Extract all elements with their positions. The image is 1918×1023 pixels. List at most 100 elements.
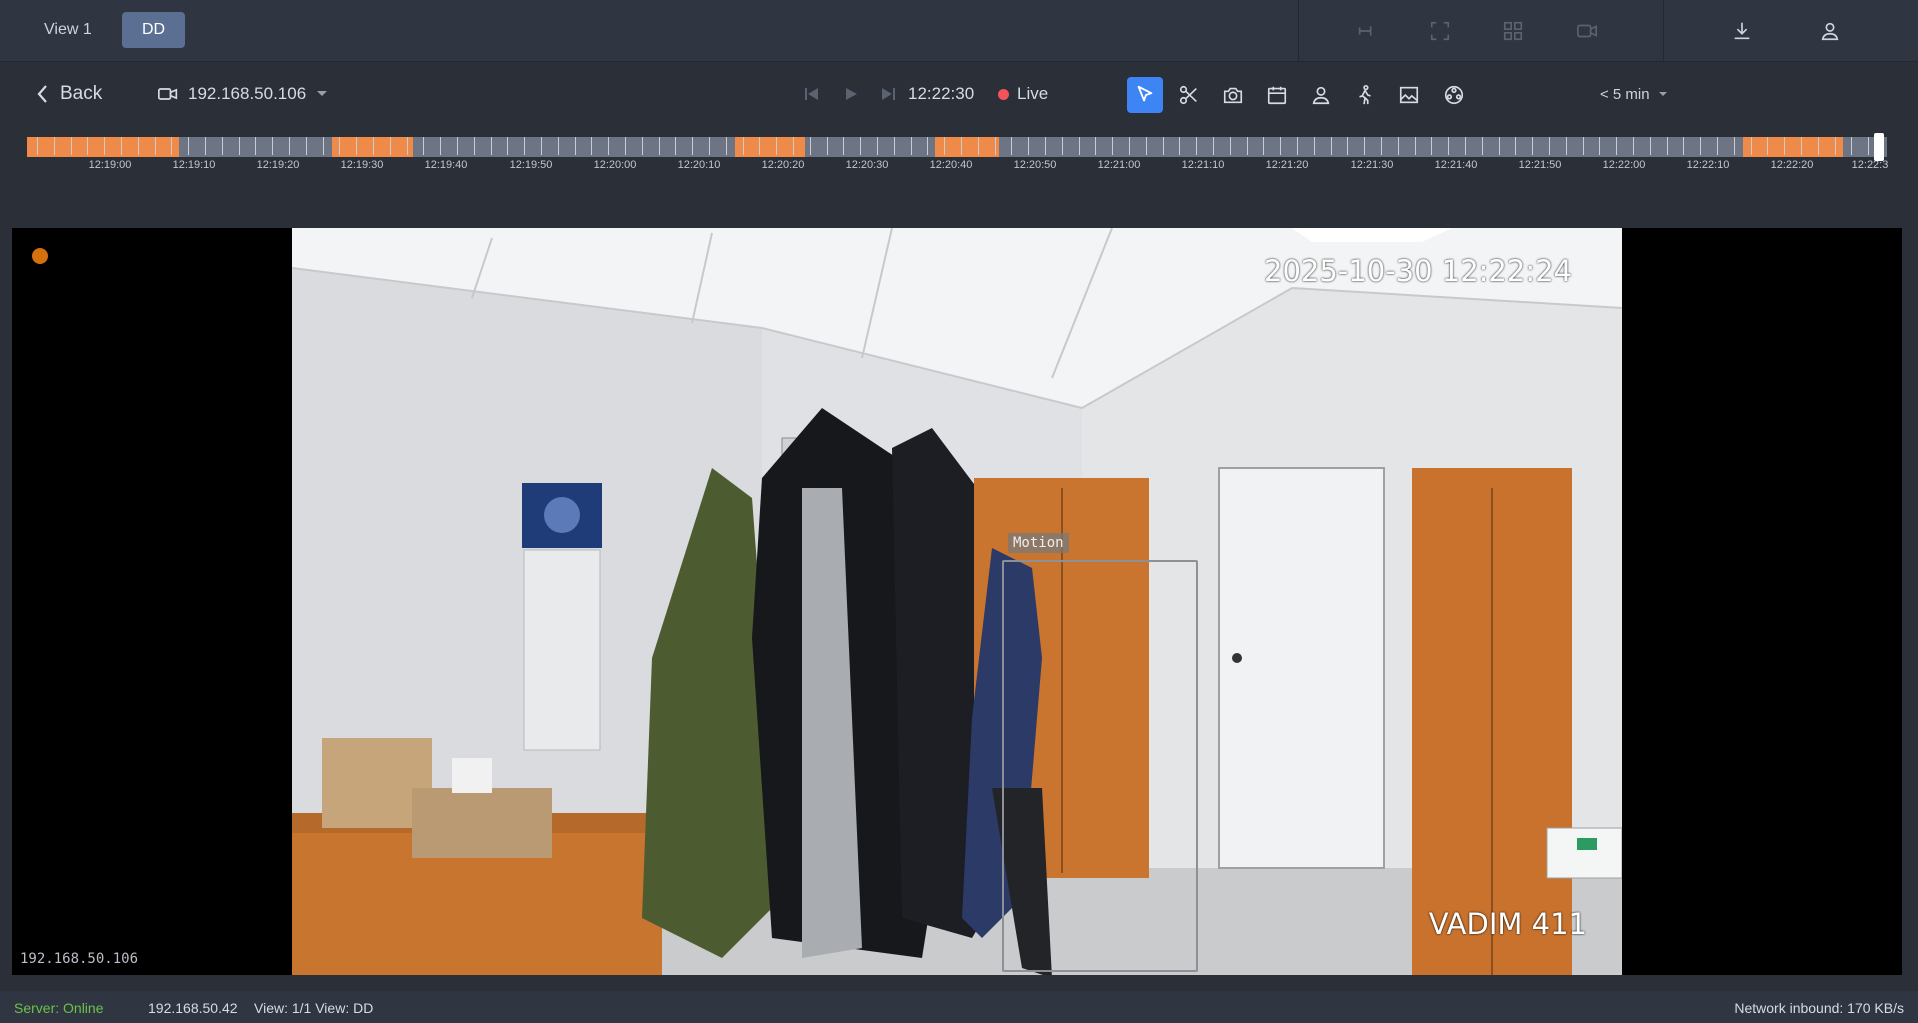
person-tool-button[interactable] xyxy=(1303,77,1339,113)
camera-selector[interactable]: 192.168.50.106 xyxy=(158,79,328,109)
tab-view-1[interactable]: View 1 xyxy=(24,12,112,48)
download-icon[interactable] xyxy=(1727,16,1757,46)
timeline-tick xyxy=(474,137,475,155)
timeline-tick xyxy=(1683,137,1684,155)
server-ip: 192.168.50.42 xyxy=(148,1000,238,1016)
image-tool-button[interactable] xyxy=(1391,77,1427,113)
calendar-tool-button[interactable] xyxy=(1259,77,1295,113)
timeline-label: 12:21:30 xyxy=(1350,159,1394,171)
timeline-tick xyxy=(591,137,592,155)
timeline-tick xyxy=(272,137,273,155)
timeline-tick xyxy=(188,137,189,155)
timeline-tick xyxy=(659,137,660,155)
timeline-tick xyxy=(1163,137,1164,155)
timeline-label: 12:19:50 xyxy=(509,159,553,171)
live-button[interactable]: Live xyxy=(998,84,1048,104)
timeline-label: 12:21:20 xyxy=(1265,159,1309,171)
play-button[interactable] xyxy=(839,82,863,106)
recording-segment xyxy=(1743,137,1843,157)
timeline-tick xyxy=(961,137,962,155)
timeline-tick xyxy=(1297,137,1298,155)
timeline-tick xyxy=(1062,137,1063,155)
timeline-tick xyxy=(978,137,979,155)
analytics-tool-button[interactable] xyxy=(1436,77,1472,113)
tab-dd[interactable]: DD xyxy=(122,12,186,48)
timeline-tick xyxy=(1549,137,1550,155)
calendar-icon xyxy=(1267,86,1287,105)
timeline-tick xyxy=(1465,137,1466,155)
timeline-tick xyxy=(827,137,828,155)
timeline-tick xyxy=(1112,137,1113,155)
timeline-label: 12:22:20 xyxy=(1770,159,1814,171)
timeline-tick xyxy=(1818,137,1819,155)
top-separator xyxy=(1298,0,1299,62)
camera-name: 192.168.50.106 xyxy=(188,84,307,103)
timeline-tick xyxy=(726,137,727,155)
timeline-tick xyxy=(1499,137,1500,155)
timeline-tick xyxy=(1566,137,1567,155)
chevron-left-icon xyxy=(37,85,47,103)
pin-icon[interactable] xyxy=(1352,16,1382,46)
motion-label: Motion xyxy=(1008,533,1069,553)
timeline-tick xyxy=(1045,137,1046,155)
timeline-tick xyxy=(558,137,559,155)
timeline-tick xyxy=(1431,137,1432,155)
skip-forward-button[interactable] xyxy=(876,82,900,106)
scissors-tool-button[interactable] xyxy=(1171,77,1207,113)
timeline-tick xyxy=(289,137,290,155)
timeline-tick xyxy=(255,137,256,155)
view-info: View: 1/1 View: DD xyxy=(254,1000,374,1016)
timeline-tick xyxy=(625,137,626,155)
timeline-tick xyxy=(1633,137,1634,155)
timeline-tick xyxy=(709,137,710,155)
recording-segment xyxy=(735,137,805,157)
timeline-bar[interactable] xyxy=(27,137,1887,157)
video-panel[interactable]: 192.168.50.106 2025-10-30 12:22:24 VADIM… xyxy=(12,228,1902,975)
timeline-tick xyxy=(71,137,72,155)
timeline-tick xyxy=(1448,137,1449,155)
camera-frame: 2025-10-30 12:22:24 VADIM 411 Motion xyxy=(292,228,1622,975)
fullscreen-icon[interactable] xyxy=(1425,16,1455,46)
timeline-tick xyxy=(1751,137,1752,155)
timeline-tick xyxy=(810,137,811,155)
camera-label: VADIM 411 xyxy=(1428,907,1587,941)
timeline-tick xyxy=(54,137,55,155)
timeline-tick xyxy=(121,137,122,155)
timeline-tick xyxy=(995,137,996,155)
timeline-tick xyxy=(491,137,492,155)
grid-icon[interactable] xyxy=(1498,16,1528,46)
image-icon xyxy=(1399,86,1419,104)
timeline-tick xyxy=(1650,137,1651,155)
back-button[interactable]: Back xyxy=(36,79,102,109)
network-inbound: Network inbound: 170 KB/s xyxy=(1734,1000,1904,1016)
timeline-label: 12:20:50 xyxy=(1013,159,1057,171)
walking-person-tool-button[interactable] xyxy=(1347,77,1383,113)
timeline-cursor[interactable] xyxy=(1874,133,1884,161)
video-camera-icon xyxy=(158,88,178,100)
current-time: 12:22:30 xyxy=(908,84,975,103)
timeline-label: 12:20:30 xyxy=(845,159,889,171)
user-icon[interactable] xyxy=(1815,16,1845,46)
skip-back-button[interactable] xyxy=(800,82,824,106)
snapshot-tool-button[interactable] xyxy=(1215,77,1251,113)
timeline-label: 12:19:40 xyxy=(424,159,468,171)
camera-icon[interactable] xyxy=(1572,16,1602,46)
time-range-dropdown[interactable]: < 5 min xyxy=(1600,86,1668,103)
timeline-tick xyxy=(1331,137,1332,155)
timeline-tick xyxy=(1868,137,1869,155)
timeline-tick xyxy=(944,137,945,155)
top-bar: View 1 DD xyxy=(0,0,1918,62)
timeline-tick xyxy=(1314,137,1315,155)
camera-scene xyxy=(292,228,1622,975)
timeline-label: 12:21:40 xyxy=(1434,159,1478,171)
timeline-tick xyxy=(1347,137,1348,155)
timeline-label: 12:21:50 xyxy=(1518,159,1562,171)
timeline-tick xyxy=(339,137,340,155)
pointer-tool-button[interactable] xyxy=(1127,77,1163,113)
timeline-tick xyxy=(1599,137,1600,155)
play-icon xyxy=(846,88,857,100)
timeline-tick xyxy=(759,137,760,155)
timeline-tick xyxy=(1398,137,1399,155)
timeline-tick xyxy=(1415,137,1416,155)
timeline-tick xyxy=(675,137,676,155)
